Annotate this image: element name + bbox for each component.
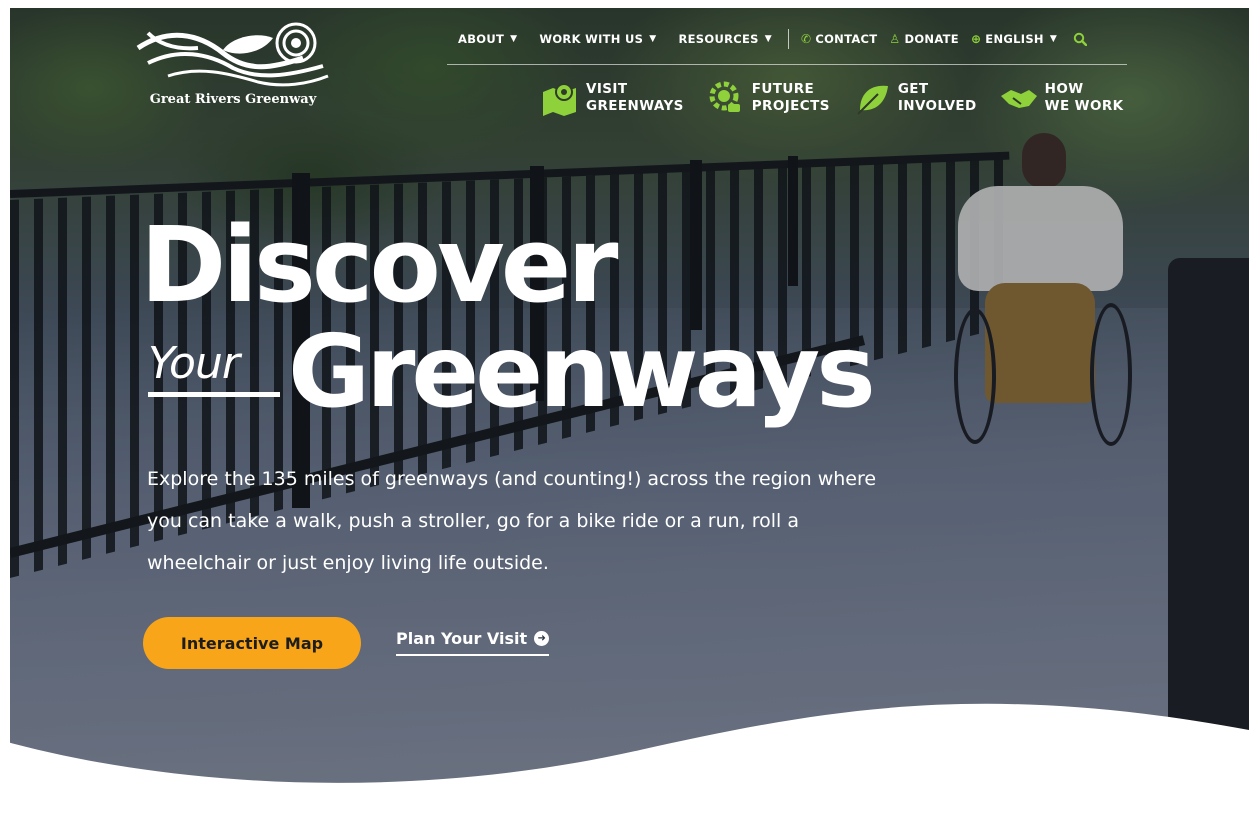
search-icon [1073, 32, 1088, 46]
nav-divider [447, 64, 1127, 65]
river-leaf-logo-icon [136, 22, 329, 87]
main-nav-get-involved[interactable]: GET INVOLVED [852, 78, 977, 118]
main-nav: VISIT GREENWAYS FUTURE PROJECTS GET INVO… [540, 78, 1146, 118]
language-label: ENGLISH [985, 32, 1044, 46]
nav-work-with-us-label: WORK WITH US [539, 32, 644, 46]
nav-donate[interactable]: ♙ DONATE [889, 32, 959, 46]
nav-resources[interactable]: RESOURCES ▼ [678, 32, 771, 46]
nav-contact-label: CONTACT [815, 32, 878, 46]
main-nav-label: VISIT GREENWAYS [586, 81, 684, 114]
main-nav-label: HOW WE WORK [1044, 81, 1124, 114]
nav-about[interactable]: ABOUT ▼ [458, 32, 517, 46]
nav-separator [787, 29, 789, 49]
hero-your-underline [148, 392, 280, 397]
main-nav-how-we-work[interactable]: HOW WE WORK [999, 78, 1124, 118]
interactive-map-button[interactable]: Interactive Map [143, 617, 361, 669]
arrow-right-icon: ➜ [534, 631, 550, 646]
handshake-icon [999, 78, 1039, 118]
phone-icon: ✆ [800, 32, 812, 46]
chevron-down-icon: ▼ [1049, 34, 1058, 44]
main-nav-label: FUTURE PROJECTS [751, 81, 830, 114]
plan-your-visit-label: Plan Your Visit [396, 629, 528, 648]
nav-donate-label: DONATE [904, 32, 959, 46]
nav-contact[interactable]: ✆ CONTACT [801, 32, 877, 46]
hero-headline-your: Your [148, 338, 240, 389]
language-selector[interactable]: ⊕ ENGLISH ▼ [971, 32, 1057, 46]
main-nav-future-projects[interactable]: FUTURE PROJECTS [706, 78, 830, 118]
search-button[interactable] [1073, 32, 1088, 46]
nav-about-label: ABOUT [458, 32, 505, 46]
hero-intro-text: Explore the 135 miles of greenways (and … [147, 468, 877, 574]
hero-headline-greenways: Greenways [288, 313, 876, 430]
chevron-down-icon: ▼ [649, 34, 657, 44]
globe-icon: ⊕ [970, 32, 982, 46]
chevron-down-icon: ▼ [510, 34, 518, 44]
gear-bulb-icon [706, 78, 746, 118]
interactive-map-button-label: Interactive Map [180, 633, 324, 653]
main-nav-visit-greenways[interactable]: VISIT GREENWAYS [540, 78, 684, 118]
nav-resources-label: RESOURCES [678, 32, 759, 46]
map-pin-icon [540, 78, 580, 118]
donate-icon: ♙ [889, 32, 901, 46]
wave-divider [0, 703, 1249, 815]
plan-your-visit-link[interactable]: Plan Your Visit ➜ [396, 629, 550, 656]
main-nav-label: GET INVOLVED [897, 81, 977, 114]
leaf-icon [852, 78, 892, 118]
chevron-down-icon: ▼ [764, 34, 772, 44]
nav-work-with-us[interactable]: WORK WITH US ▼ [539, 32, 656, 46]
logo[interactable]: Great Rivers Greenway [128, 18, 338, 118]
hero-headline-discover: Discover [140, 204, 619, 326]
logo-text: Great Rivers Greenway [149, 92, 317, 107]
top-nav: ABOUT ▼ WORK WITH US ▼ RESOURCES ▼ ✆ CON… [458, 29, 1099, 49]
